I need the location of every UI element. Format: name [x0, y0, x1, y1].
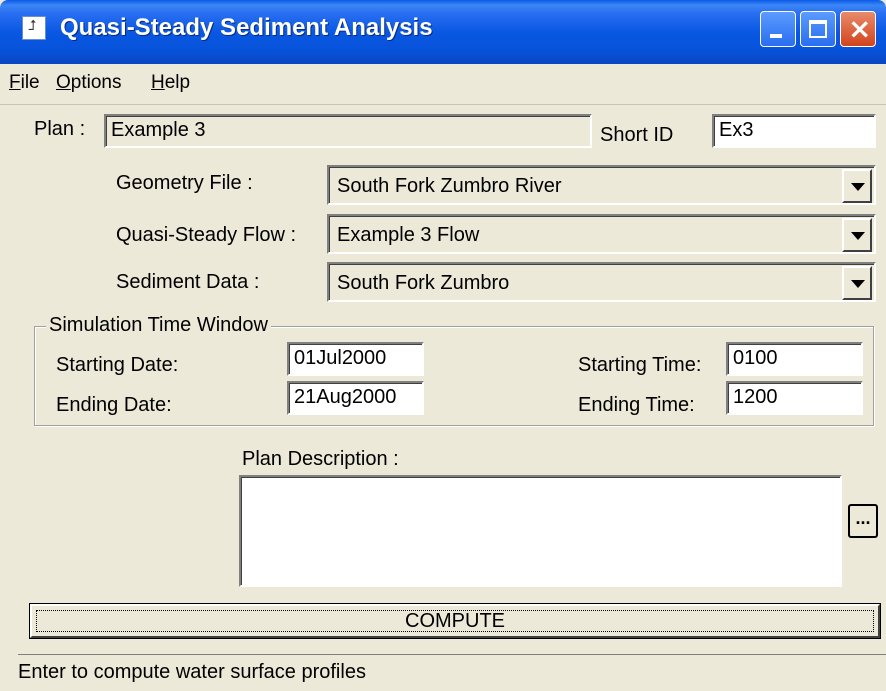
- hec-ras-icon[interactable]: ⮥: [22, 16, 46, 40]
- sediment-data-value: South Fork Zumbro: [337, 272, 510, 294]
- geometry-file-label: Geometry File :: [116, 172, 253, 194]
- chevron-down-icon[interactable]: [842, 169, 872, 203]
- maximize-button[interactable]: [800, 11, 836, 47]
- quasi-steady-flow-value: Example 3 Flow: [337, 224, 480, 246]
- starting-date-label: Starting Date:: [56, 354, 179, 376]
- plan-label: Plan :: [34, 118, 86, 140]
- geometry-file-value: South Fork Zumbro River: [337, 175, 562, 197]
- starting-time-label: Starting Time:: [578, 354, 702, 376]
- short-id-field[interactable]: Ex3: [712, 114, 876, 148]
- title-bar[interactable]: ⮥ Quasi-Steady Sediment Analysis ×: [0, 0, 886, 64]
- minimize-button[interactable]: [760, 11, 796, 47]
- close-icon: ×: [848, 12, 872, 45]
- plan-description-field[interactable]: [239, 475, 842, 587]
- short-id-label: Short ID: [600, 124, 674, 146]
- compute-button-label: COMPUTE: [405, 610, 505, 632]
- quasi-steady-flow-select[interactable]: Example 3 Flow: [327, 214, 876, 254]
- compute-button[interactable]: COMPUTE: [30, 604, 880, 638]
- starting-date-field[interactable]: 01Jul2000: [287, 342, 424, 376]
- quasi-steady-flow-label: Quasi-Steady Flow :: [116, 224, 297, 246]
- sediment-data-select[interactable]: South Fork Zumbro: [327, 262, 876, 302]
- geometry-file-select[interactable]: South Fork Zumbro River: [327, 165, 876, 205]
- ending-time-field[interactable]: 1200: [726, 381, 863, 415]
- chevron-down-icon[interactable]: [842, 266, 872, 300]
- menu-options[interactable]: Options: [56, 72, 121, 94]
- close-button[interactable]: ×: [840, 11, 876, 47]
- menu-file[interactable]: File: [9, 72, 40, 94]
- ending-date-label: Ending Date:: [56, 394, 172, 416]
- ending-date-field[interactable]: 21Aug2000: [287, 381, 424, 415]
- menu-help[interactable]: Help: [151, 72, 190, 94]
- simulation-time-window-title: Simulation Time Window: [46, 314, 271, 337]
- starting-time-field[interactable]: 0100: [726, 342, 863, 376]
- status-bar: Enter to compute water surface profiles: [18, 654, 886, 691]
- browse-description-button[interactable]: ...: [848, 504, 878, 538]
- window-title: Quasi-Steady Sediment Analysis: [60, 14, 433, 41]
- plan-title-field[interactable]: Example 3: [104, 114, 592, 148]
- menu-bar: File Options Help: [0, 64, 886, 105]
- plan-description-label: Plan Description :: [242, 448, 399, 470]
- quasi-steady-sediment-window: ⮥ Quasi-Steady Sediment Analysis × File …: [0, 0, 886, 691]
- ending-time-label: Ending Time:: [578, 394, 695, 416]
- sediment-data-label: Sediment Data :: [116, 271, 260, 293]
- chevron-down-icon[interactable]: [842, 218, 872, 252]
